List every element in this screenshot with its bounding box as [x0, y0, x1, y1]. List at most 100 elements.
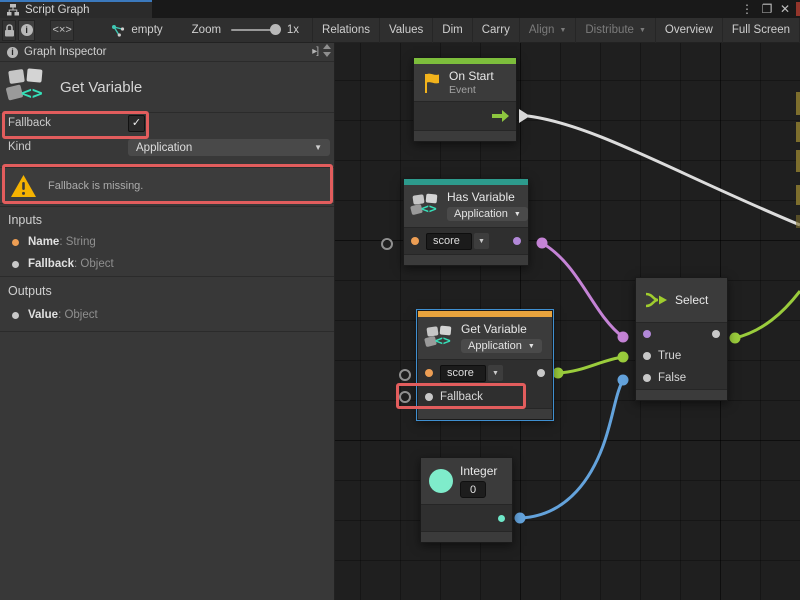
node-integer[interactable]: Integer 0 — [420, 457, 513, 543]
port-name-input[interactable] — [411, 237, 419, 245]
select-icon — [644, 290, 668, 310]
port-true-input[interactable] — [643, 352, 651, 360]
exec-connection-triangle[interactable] — [519, 109, 530, 123]
connection-endpoint[interactable] — [618, 332, 629, 343]
kind-dropdown[interactable]: Application▼ — [447, 207, 528, 221]
relations-button[interactable]: Relations — [312, 18, 379, 43]
divider — [0, 331, 334, 332]
unconnected-port-ring[interactable] — [399, 369, 411, 381]
connection-endpoint[interactable] — [730, 333, 741, 344]
title-bar: Script Graph ⋮ ❐ ✕ — [0, 0, 800, 18]
lock-button[interactable] — [2, 20, 16, 41]
true-port-label: True — [658, 350, 681, 362]
input-row-fallback: Fallback: Object — [12, 258, 114, 270]
unit-title: Get Variable — [60, 79, 142, 96]
connection-endpoint[interactable] — [515, 513, 526, 524]
port-integer-output[interactable] — [498, 515, 505, 522]
port-selection-output[interactable] — [712, 330, 720, 338]
zoom-label: Zoom — [192, 24, 221, 36]
input-row-name: Name: String — [12, 236, 96, 248]
wire-onstart-exec[interactable] — [528, 116, 800, 225]
wire-getvariable-to-select-true[interactable] — [558, 357, 623, 373]
port-fallback-input[interactable] — [425, 393, 433, 401]
distribute-dropdown[interactable]: Distribute▼ — [575, 18, 655, 43]
integer-icon — [429, 469, 453, 493]
node-title: Integer — [460, 464, 497, 478]
wire-hasvariable-to-select[interactable] — [542, 243, 623, 337]
port-dot-gray — [12, 261, 19, 268]
align-dropdown[interactable]: Align▼ — [519, 18, 576, 43]
graph-inspector-panel: i Graph Inspector ▸] <> Get Variable Fal… — [0, 43, 335, 600]
kind-field-row: Kind Application ▼ — [0, 140, 334, 160]
kind-dropdown[interactable]: Application ▼ — [128, 139, 330, 156]
connection-endpoint[interactable] — [618, 352, 629, 363]
kind-value: Application — [136, 142, 192, 154]
tab-script-graph[interactable]: Script Graph — [0, 0, 152, 18]
zoom-slider[interactable] — [231, 29, 277, 31]
wire-select-output[interactable] — [735, 291, 800, 338]
full-screen-button[interactable]: Full Screen — [722, 18, 800, 43]
code-preview-button[interactable]: <×> — [50, 20, 74, 41]
node-select[interactable]: Select True False — [635, 277, 728, 401]
edge-artifact — [796, 92, 800, 115]
edge-artifact — [796, 122, 800, 142]
port-dot-gray — [12, 312, 19, 319]
port-condition-input[interactable] — [643, 330, 651, 338]
carry-button[interactable]: Carry — [472, 18, 519, 43]
graph-canvas[interactable]: On Start Event <> Has Variable — [335, 43, 800, 600]
tab-title: Script Graph — [25, 4, 90, 16]
port-false-input[interactable] — [643, 374, 651, 382]
port-name-input[interactable] — [425, 369, 433, 377]
connection-endpoint[interactable] — [618, 375, 629, 386]
node-get-variable[interactable]: <> Get Variable Application▼ score ▼ — [417, 310, 553, 420]
lock-icon — [4, 24, 15, 37]
node-title: Select — [675, 293, 708, 307]
graph-breadcrumb[interactable]: empty — [111, 24, 162, 37]
zoom-slider-handle[interactable] — [270, 24, 281, 35]
fallback-field-row: Fallback ✓ — [0, 116, 334, 138]
kind-dropdown[interactable]: Application▼ — [461, 339, 542, 353]
node-on-start[interactable]: On Start Event — [413, 57, 517, 142]
connection-endpoint[interactable] — [537, 238, 548, 249]
chevron-down-icon: ▼ — [474, 233, 489, 249]
variables-icon: <> — [412, 194, 440, 219]
fallback-port-label: Fallback — [440, 391, 483, 403]
kind-label: Kind — [8, 141, 31, 153]
unit-title-row: <> Get Variable — [0, 62, 334, 113]
chevron-down-icon: ▼ — [528, 343, 535, 350]
variables-icon: <> — [8, 69, 48, 105]
values-button[interactable]: Values — [379, 18, 432, 43]
scroll-up-icon[interactable] — [323, 44, 331, 49]
unconnected-port-ring[interactable] — [399, 391, 411, 403]
node-footer — [421, 531, 512, 542]
node-has-variable[interactable]: <> Has Variable Application▼ score ▼ — [403, 178, 529, 266]
zoom-value: 1x — [287, 24, 299, 36]
menu-dots-icon[interactable]: ⋮ — [738, 0, 756, 18]
node-title: Has Variable — [447, 190, 528, 204]
warning-box: Fallback is missing. — [0, 167, 334, 204]
breadcrumb-label: empty — [131, 24, 162, 36]
maximize-icon[interactable]: ❐ — [758, 0, 776, 18]
fallback-checkbox[interactable]: ✓ — [128, 115, 145, 132]
info-icon: i — [7, 47, 18, 58]
unconnected-port-ring[interactable] — [381, 238, 393, 250]
variable-name-dropdown[interactable]: score ▼ — [426, 233, 489, 250]
port-value-output[interactable] — [537, 369, 545, 377]
port-bool-output[interactable] — [513, 237, 521, 245]
false-port-label: False — [658, 372, 686, 384]
inputs-heading: Inputs — [8, 213, 42, 227]
scroll-down-icon[interactable] — [323, 52, 331, 57]
node-subtitle: Event — [449, 84, 494, 96]
variable-name-dropdown[interactable]: score ▼ — [440, 365, 503, 382]
node-footer — [418, 408, 552, 419]
info-button[interactable]: i — [18, 20, 35, 41]
panel-expand-icon[interactable]: ▸] — [312, 46, 318, 57]
exec-output-port[interactable] — [492, 110, 509, 122]
overview-button[interactable]: Overview — [655, 18, 722, 43]
integer-value-input[interactable]: 0 — [460, 481, 486, 498]
panel-scroll-spinner[interactable] — [321, 44, 332, 57]
connection-endpoint[interactable] — [553, 368, 564, 379]
close-icon[interactable]: ✕ — [776, 0, 794, 18]
dim-button[interactable]: Dim — [432, 18, 471, 43]
node-title: Get Variable — [461, 322, 542, 336]
